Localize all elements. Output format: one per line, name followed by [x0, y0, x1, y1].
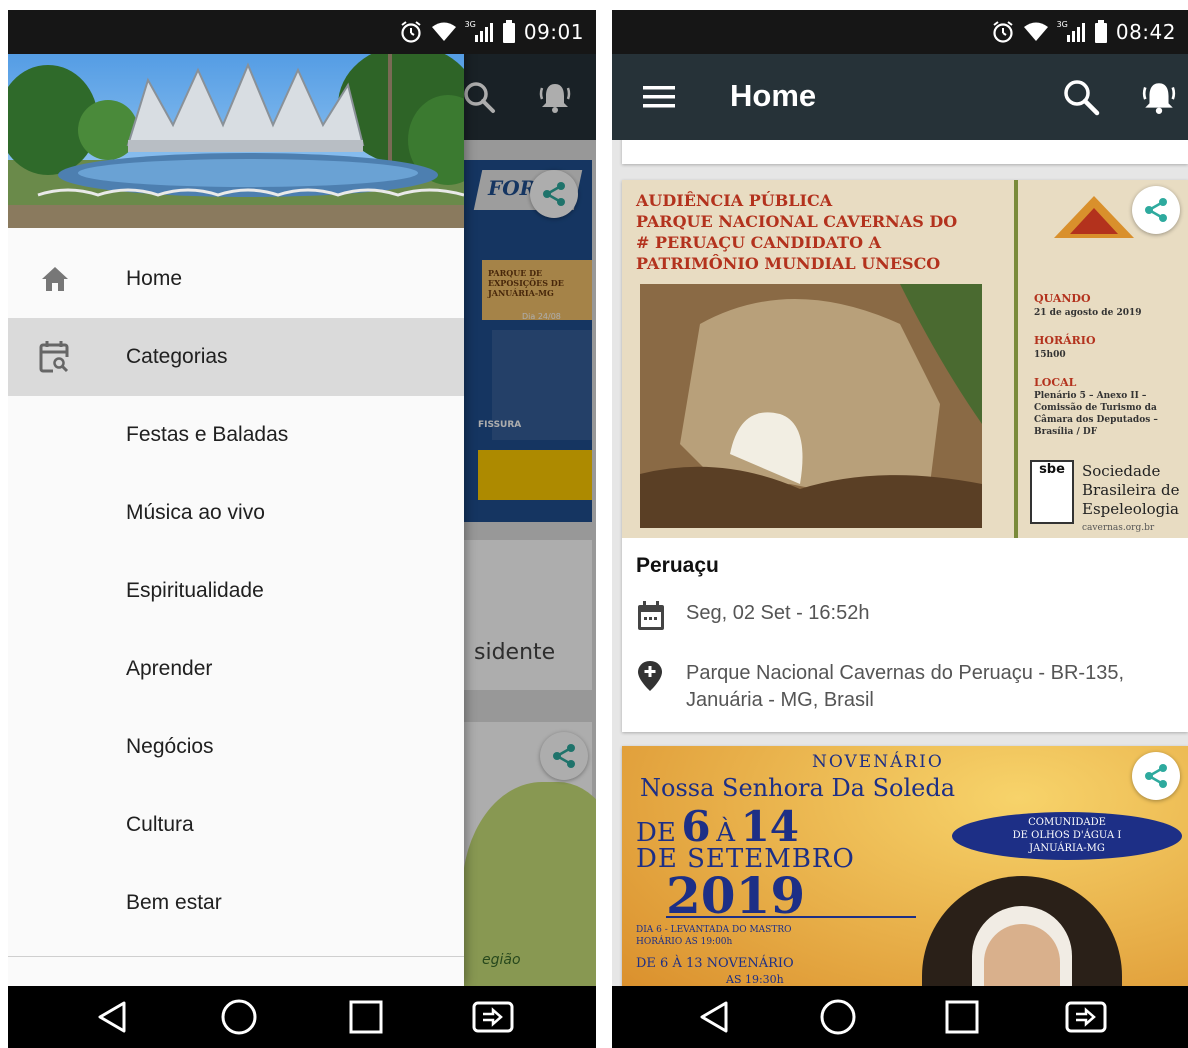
share-icon [1145, 198, 1167, 222]
recents-icon [945, 1000, 979, 1034]
screen-switch-button[interactable] [1056, 992, 1116, 1042]
menu-item-negocios[interactable]: Negócios [8, 708, 464, 786]
menu-item-home[interactable]: Home [8, 240, 464, 318]
menu-item-label: Cultura [126, 813, 194, 836]
event-card[interactable]: NOVENÁRIO Nossa Senhora Da Soleda DE 6 À… [622, 746, 1188, 986]
drawer-divider [8, 956, 464, 957]
notification-button[interactable] [1134, 72, 1184, 122]
menu-item-label: Negócios [126, 735, 214, 758]
alarm-icon [399, 20, 423, 44]
poster-details: QUANDO 21 de agosto de 2019 HORÁRIO 15h0… [1034, 292, 1158, 437]
menu-item-label: Espiritualidade [126, 579, 264, 602]
search-button[interactable] [1056, 72, 1106, 122]
wifi-icon [431, 21, 457, 43]
menu-item-espiritualidade[interactable]: Espiritualidade [8, 552, 464, 630]
status-time: 08:42 [1115, 20, 1176, 44]
home-circle-icon [221, 999, 256, 1035]
menu-item-festas-e-baladas[interactable]: Festas e Baladas [8, 396, 464, 474]
event-address: Parque Nacional Cavernas do Peruaçu - BR… [686, 662, 1125, 711]
app-bar: Home [612, 54, 1188, 140]
event-title: Peruaçu [636, 554, 719, 577]
menu-item-aprender[interactable]: Aprender [8, 630, 464, 708]
event-poster: NOVENÁRIO Nossa Senhora Da Soleda DE 6 À… [622, 746, 1188, 986]
system-nav-bar [612, 986, 1188, 1048]
poster-schedule: DIA 6 - LEVANTADA DO MASTRO HORÁRIO AS 1… [636, 925, 794, 986]
screen-switch-icon [472, 1001, 513, 1033]
wifi-icon [1023, 21, 1049, 43]
status-time: 09:01 [523, 20, 584, 44]
back-icon [700, 1001, 728, 1033]
share-icon [1145, 764, 1167, 788]
home-circle-icon [820, 999, 856, 1035]
cell-signal-icon: 3G [1057, 20, 1086, 43]
event-poster: AUDIÊNCIA PÚBLICA PARQUE NACIONAL CAVERN… [622, 180, 1188, 538]
navigation-drawer: Home Categorias Festas e Baladas Música … [8, 10, 464, 986]
previous-card-edge [622, 140, 1188, 164]
menu-button[interactable] [634, 72, 684, 122]
status-bar: 3G 09:01 [8, 10, 596, 54]
share-button[interactable] [1132, 186, 1180, 234]
menu-item-label: Música ao vivo [126, 501, 265, 524]
menu-item-label: Categorias [126, 345, 228, 368]
status-bar: 3G 08:42 [612, 10, 1188, 54]
sbe-logo: sbe [1030, 460, 1074, 524]
right-phone-screen: 3G 08:42 Home AUDIÊNCIA PÚBLICA PARQUE N… [612, 10, 1188, 1048]
recents-button[interactable] [336, 992, 396, 1042]
cell-signal-icon: 3G [465, 20, 494, 43]
screen-switch-button[interactable] [463, 992, 523, 1042]
back-button[interactable] [684, 992, 744, 1042]
share-button[interactable] [1132, 752, 1180, 800]
event-datetime: Seg, 02 Set - 16:52h [686, 602, 870, 624]
cave-photo [640, 284, 982, 528]
search-icon [1064, 80, 1100, 116]
menu-item-label: Aprender [126, 657, 213, 680]
left-phone-screen: FORB PARQUE DE EXPOSIÇÕES DE JANUÁRIA-MG… [8, 10, 596, 1048]
sbe-name: Sociedade Brasileira de Espeleologia cav… [1082, 462, 1180, 533]
recents-icon [349, 1000, 382, 1034]
park-logo [1052, 194, 1136, 244]
home-button[interactable] [209, 992, 269, 1042]
menu-item-label: Home [126, 267, 183, 290]
battery-icon [1094, 20, 1108, 44]
event-feed: AUDIÊNCIA PÚBLICA PARQUE NACIONAL CAVERN… [612, 140, 1188, 986]
community-badge: COMUNIDADE DE OLHOS D'ÁGUA I JANUÁRIA-MG [952, 812, 1182, 860]
home-icon [38, 261, 72, 297]
menu-item-musica-ao-vivo[interactable]: Música ao vivo [8, 474, 464, 552]
screen-switch-icon [1065, 1001, 1107, 1033]
poster-line-1: NOVENÁRIO [812, 752, 944, 772]
system-nav-bar [8, 986, 596, 1048]
notification-bell-icon [1142, 83, 1176, 114]
home-button[interactable] [808, 992, 868, 1042]
poster-line-2: Nossa Senhora Da Soleda [640, 774, 956, 802]
calendar-icon [636, 600, 668, 632]
poster-heading: AUDIÊNCIA PÚBLICA PARQUE NACIONAL CAVERN… [636, 191, 958, 273]
location-pin-icon [636, 660, 668, 692]
hamburger-menu-icon [643, 86, 675, 108]
menu-item-label: Festas e Baladas [126, 423, 289, 446]
menu-item-label: Bem estar [126, 891, 222, 914]
alarm-icon [991, 20, 1015, 44]
back-button[interactable] [82, 992, 142, 1042]
battery-icon [502, 20, 516, 44]
menu-item-categorias[interactable]: Categorias [8, 318, 464, 396]
menu-item-bem-estar[interactable]: Bem estar [8, 864, 464, 942]
menu-item-cultura[interactable]: Cultura [8, 786, 464, 864]
back-icon [98, 1001, 125, 1033]
app-title: Home [730, 78, 817, 113]
calendar-search-icon [38, 339, 72, 375]
event-card[interactable]: AUDIÊNCIA PÚBLICA PARQUE NACIONAL CAVERN… [622, 180, 1188, 732]
recents-button[interactable] [932, 992, 992, 1042]
